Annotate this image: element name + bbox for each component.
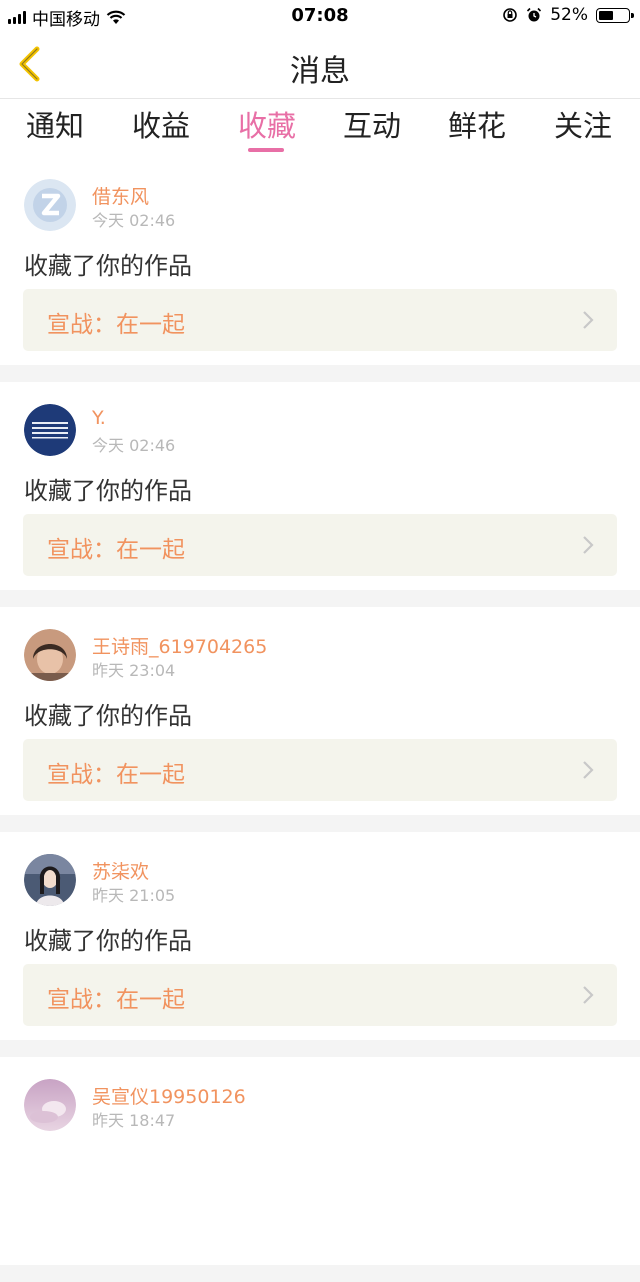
work-link[interactable]: 宣战：在一起 [23, 739, 617, 801]
user-name[interactable]: 王诗雨_619704265 [92, 632, 267, 659]
user-name[interactable]: 苏柒欢 [92, 857, 149, 884]
list-item: 苏柒欢 昨天 21:05 收藏了你的作品 宣战：在一起 [0, 832, 640, 1040]
tab-earnings[interactable]: 收益 [121, 103, 201, 153]
timestamp: 昨天 18:47 [92, 1111, 176, 1130]
work-link[interactable]: 宣战：在一起 [23, 964, 617, 1026]
navy-stripes-avatar-icon [24, 404, 76, 456]
qq-default-avatar-icon [24, 179, 76, 231]
tab-label: 收益 [131, 109, 190, 143]
timestamp: 今天 02:46 [92, 211, 176, 230]
list-item: 吴宣仪19950126 昨天 18:47 [0, 1057, 640, 1265]
notification-list: 借东风 今天 02:46 收藏了你的作品 宣战：在一起 Y. 今天 02:46 … [0, 157, 640, 1282]
tab-label: 通知 [25, 109, 84, 143]
active-tab-indicator [248, 148, 284, 152]
work-link[interactable]: 宣战：在一起 [23, 289, 617, 351]
status-bar: 中国移动 07:08 52% [0, 0, 640, 32]
work-title: 宣战：在一起 [47, 987, 185, 1013]
orientation-lock-icon [503, 8, 518, 22]
avatar[interactable] [24, 404, 76, 456]
tab-flowers[interactable]: 鲜花 [437, 103, 517, 153]
chevron-right-icon [583, 536, 594, 554]
page-title: 消息 [290, 54, 350, 89]
message-text: 收藏了你的作品 [24, 702, 192, 730]
work-title: 宣战：在一起 [47, 312, 185, 338]
avatar[interactable] [24, 629, 76, 681]
avatar[interactable] [24, 1079, 76, 1131]
list-item: 借东风 今天 02:46 收藏了你的作品 宣战：在一起 [0, 157, 640, 365]
list-item: Y. 今天 02:46 收藏了你的作品 宣战：在一起 [0, 382, 640, 590]
tab-following[interactable]: 关注 [543, 103, 623, 153]
tab-label: 收藏 [237, 109, 296, 143]
work-title: 宣战：在一起 [47, 537, 185, 563]
chevron-right-icon [583, 986, 594, 1004]
user-name[interactable]: 吴宣仪19950126 [92, 1082, 246, 1109]
message-text: 收藏了你的作品 [24, 252, 192, 280]
message-text: 收藏了你的作品 [24, 477, 192, 505]
alarm-icon [527, 7, 542, 22]
tab-bar: 通知 收益 收藏 互动 鲜花 关注 [0, 99, 640, 157]
avatar[interactable] [24, 854, 76, 906]
tab-favorites[interactable]: 收藏 [227, 103, 307, 153]
photo-avatar-icon [24, 629, 76, 681]
photo-avatar-icon [24, 854, 76, 906]
status-right: 52% [502, 5, 634, 25]
work-title: 宣战：在一起 [47, 762, 185, 788]
list-item: 王诗雨_619704265 昨天 23:04 收藏了你的作品 宣战：在一起 [0, 607, 640, 815]
tab-label: 互动 [342, 109, 401, 143]
battery-percent: 52% [550, 5, 588, 25]
user-name[interactable]: 借东风 [92, 182, 149, 209]
message-text: 收藏了你的作品 [24, 927, 192, 955]
chevron-right-icon [583, 311, 594, 329]
battery-icon [596, 7, 634, 23]
user-name[interactable]: Y. [92, 407, 106, 429]
timestamp: 昨天 23:04 [92, 661, 176, 680]
timestamp: 今天 02:46 [92, 436, 176, 455]
nav-bar: 消息 [0, 32, 640, 99]
timestamp: 昨天 21:05 [92, 886, 176, 905]
tab-label: 关注 [553, 109, 612, 143]
tab-label: 鲜花 [447, 109, 506, 143]
chevron-right-icon [583, 761, 594, 779]
tab-notifications[interactable]: 通知 [15, 103, 95, 153]
photo-avatar-icon [24, 1079, 76, 1131]
avatar[interactable] [24, 179, 76, 231]
tab-interactions[interactable]: 互动 [332, 103, 412, 153]
work-link[interactable]: 宣战：在一起 [23, 514, 617, 576]
